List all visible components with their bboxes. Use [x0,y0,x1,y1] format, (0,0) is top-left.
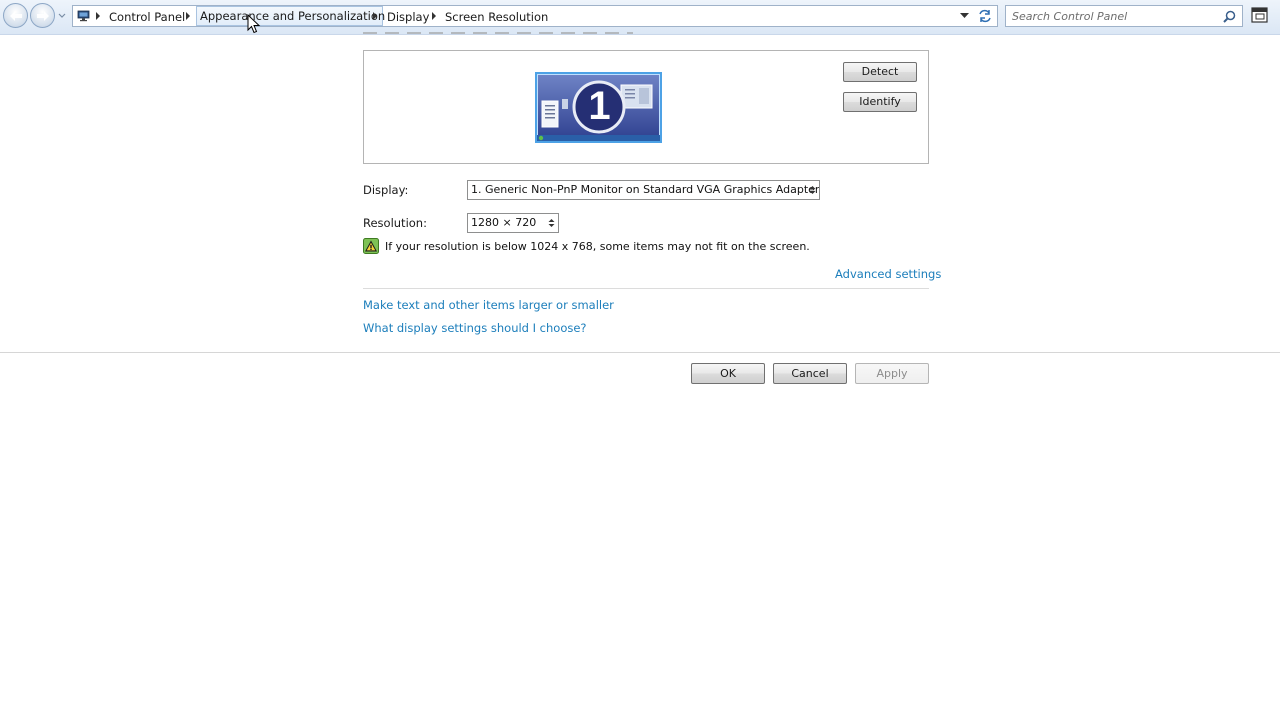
breadcrumb-screen-resolution[interactable]: Screen Resolution [445,9,548,25]
resolution-select-value: 1280 × 720 [471,216,537,229]
breadcrumb-appearance-personalization[interactable]: Appearance and Personalization [196,6,385,26]
monitor-number: 1 [588,84,611,128]
monitor-arrangement-area: 1 Detect Identify [363,50,929,164]
display-select-value: 1. Generic Non-PnP Monitor on Standard V… [471,183,820,196]
control-panel-icon[interactable] [77,10,90,22]
breadcrumb-chevron-icon[interactable] [372,12,378,20]
search-input[interactable] [1012,8,1217,24]
warning-icon [363,238,379,254]
resolution-select[interactable]: 1280 × 720 [467,213,559,233]
address-history-dropdown-icon[interactable] [960,13,969,19]
apply-button[interactable]: Apply [855,363,929,384]
breadcrumb-display[interactable]: Display [387,9,429,25]
forward-arrow-icon [37,11,49,21]
display-help-link[interactable]: What display settings should I choose? [363,321,587,335]
display-select[interactable]: 1. Generic Non-PnP Monitor on Standard V… [467,180,820,200]
back-arrow-icon [10,11,22,21]
breadcrumb-chevron-icon[interactable] [95,12,101,20]
breadcrumb-chevron-icon[interactable] [431,12,437,20]
ok-button[interactable]: OK [691,363,765,384]
mouse-cursor-icon [247,14,261,34]
breadcrumb-control-panel[interactable]: Control Panel [109,9,185,25]
updown-arrows-icon [548,219,555,227]
section-divider [363,288,929,289]
resolution-warning-text: If your resolution is below 1024 x 768, … [385,240,810,253]
refresh-icon[interactable] [977,8,993,24]
identify-button[interactable]: Identify [843,92,917,112]
resolution-label: Resolution: [363,216,427,230]
scrolled-heading-remnant [363,30,633,36]
window-restore-icon[interactable] [1251,6,1269,24]
address-toolbar: Control Panel Appearance and Personaliza… [0,0,1280,35]
search-box[interactable] [1005,5,1243,27]
advanced-settings-link[interactable]: Advanced settings [835,267,941,281]
breadcrumb-chevron-icon[interactable] [185,12,191,20]
display-label: Display: [363,183,409,197]
search-icon[interactable] [1223,10,1236,23]
footer-divider [0,352,1280,353]
forward-button[interactable] [30,3,55,28]
detect-button[interactable]: Detect [843,62,917,82]
back-button[interactable] [3,3,28,28]
text-size-link[interactable]: Make text and other items larger or smal… [363,298,614,312]
address-bar[interactable]: Control Panel Appearance and Personaliza… [72,5,998,27]
monitor-1-tile[interactable]: 1 [535,72,662,143]
recent-pages-dropdown-icon[interactable] [57,10,67,20]
cancel-button[interactable]: Cancel [773,363,847,384]
updown-arrows-icon [809,186,816,194]
